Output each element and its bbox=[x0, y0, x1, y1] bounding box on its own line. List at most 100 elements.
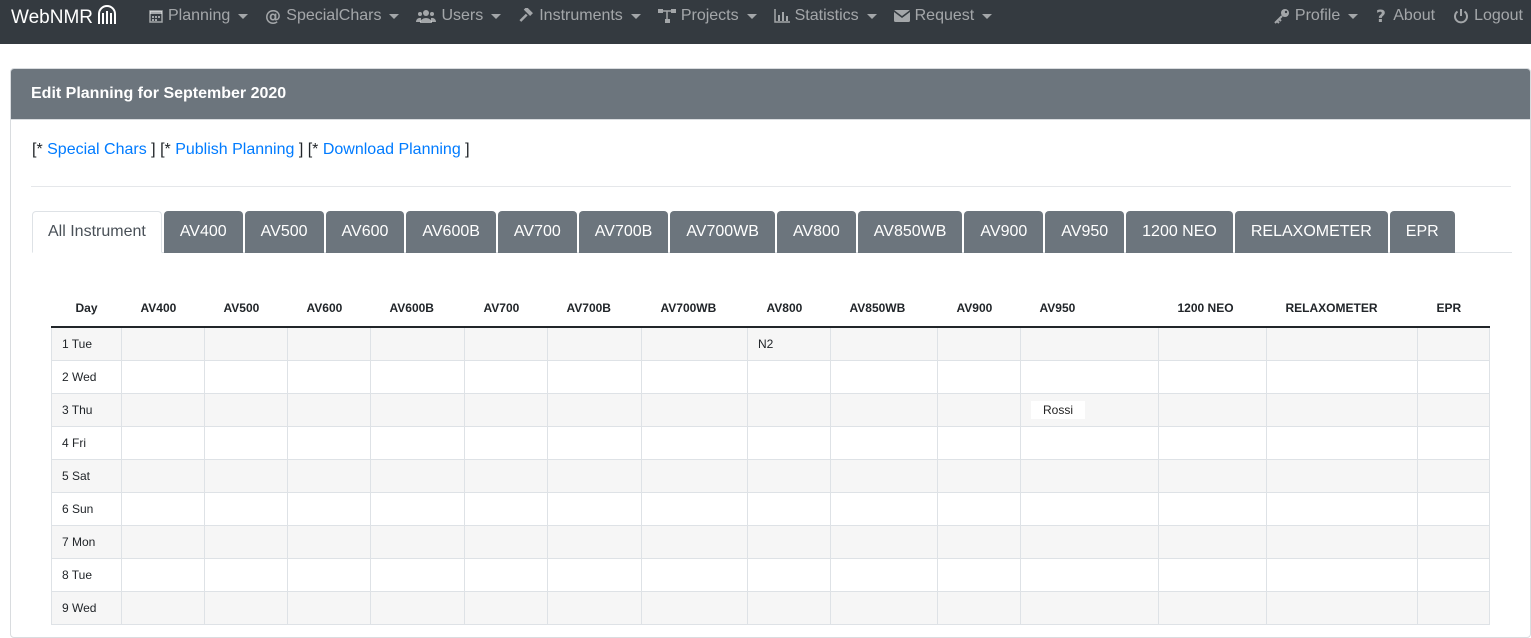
schedule-cell[interactable] bbox=[547, 491, 642, 526]
schedule-cell[interactable] bbox=[937, 425, 1021, 460]
nav-profile-dropdown[interactable]: Profile bbox=[1274, 7, 1359, 25]
schedule-cell[interactable] bbox=[121, 491, 205, 526]
tab-av700[interactable]: AV700 bbox=[497, 211, 577, 253]
schedule-cell[interactable] bbox=[937, 359, 1021, 394]
schedule-cell[interactable] bbox=[1417, 392, 1490, 427]
schedule-cell[interactable] bbox=[204, 458, 288, 493]
schedule-cell[interactable] bbox=[121, 458, 205, 493]
nav-statistics-dropdown[interactable]: Statistics bbox=[773, 7, 877, 25]
schedule-cell[interactable] bbox=[1158, 425, 1267, 460]
schedule-cell[interactable] bbox=[464, 458, 548, 493]
schedule-cell[interactable] bbox=[287, 392, 371, 427]
schedule-cell[interactable] bbox=[830, 524, 938, 559]
schedule-cell[interactable] bbox=[121, 392, 205, 427]
schedule-cell[interactable] bbox=[1020, 359, 1159, 394]
schedule-cell[interactable] bbox=[1417, 425, 1490, 460]
schedule-cell[interactable] bbox=[1266, 524, 1418, 559]
schedule-cell[interactable] bbox=[937, 524, 1021, 559]
tab-av850wb[interactable]: AV850WB bbox=[857, 211, 963, 253]
schedule-cell[interactable] bbox=[1020, 425, 1159, 460]
schedule-cell[interactable] bbox=[937, 491, 1021, 526]
nav-projects-dropdown[interactable]: Projects bbox=[657, 7, 757, 25]
schedule-cell[interactable] bbox=[830, 557, 938, 592]
nav-request-dropdown[interactable]: Request bbox=[893, 7, 993, 25]
schedule-cell[interactable] bbox=[641, 425, 748, 460]
schedule-cell[interactable] bbox=[287, 557, 371, 592]
schedule-cell[interactable] bbox=[641, 557, 748, 592]
schedule-cell[interactable] bbox=[641, 458, 748, 493]
tab-all-instrument[interactable]: All Instrument bbox=[32, 211, 162, 253]
tab-av900[interactable]: AV900 bbox=[964, 211, 1044, 253]
schedule-cell[interactable] bbox=[547, 557, 642, 592]
schedule-cell[interactable]: N2 bbox=[747, 326, 831, 361]
schedule-cell[interactable] bbox=[937, 557, 1021, 592]
nav-users-dropdown[interactable]: Users bbox=[416, 7, 502, 25]
schedule-cell[interactable] bbox=[547, 392, 642, 427]
schedule-cell[interactable] bbox=[1417, 359, 1490, 394]
schedule-cell[interactable] bbox=[641, 392, 748, 427]
schedule-cell[interactable] bbox=[830, 491, 938, 526]
schedule-cell[interactable] bbox=[287, 491, 371, 526]
tab-av600b[interactable]: AV600B bbox=[406, 211, 496, 253]
schedule-cell[interactable] bbox=[121, 326, 205, 361]
schedule-cell[interactable] bbox=[370, 326, 465, 361]
nav-logout-link[interactable]: Logout bbox=[1453, 7, 1523, 25]
schedule-cell[interactable] bbox=[1417, 590, 1490, 625]
tab-av500[interactable]: AV500 bbox=[244, 211, 324, 253]
tab-av600[interactable]: AV600 bbox=[325, 211, 405, 253]
download-planning-link[interactable]: Download Planning bbox=[323, 141, 461, 158]
schedule-cell[interactable] bbox=[1266, 392, 1418, 427]
schedule-cell[interactable]: Rossi bbox=[1020, 392, 1159, 427]
schedule-cell[interactable] bbox=[204, 557, 288, 592]
tab-av950[interactable]: AV950 bbox=[1045, 211, 1125, 253]
schedule-cell[interactable] bbox=[1417, 557, 1490, 592]
schedule-cell[interactable] bbox=[370, 524, 465, 559]
schedule-cell[interactable] bbox=[1158, 326, 1267, 361]
schedule-cell[interactable] bbox=[121, 557, 205, 592]
schedule-cell[interactable] bbox=[1417, 326, 1490, 361]
schedule-cell[interactable] bbox=[1417, 458, 1490, 493]
schedule-cell[interactable] bbox=[1020, 458, 1159, 493]
publish-planning-link[interactable]: Publish Planning bbox=[175, 141, 294, 158]
schedule-cell[interactable] bbox=[1158, 491, 1267, 526]
schedule-cell[interactable] bbox=[1020, 590, 1159, 625]
schedule-cell[interactable] bbox=[937, 458, 1021, 493]
schedule-cell[interactable] bbox=[464, 590, 548, 625]
schedule-cell[interactable] bbox=[830, 326, 938, 361]
tab-av400[interactable]: AV400 bbox=[163, 211, 243, 253]
schedule-cell[interactable] bbox=[121, 425, 205, 460]
schedule-cell[interactable] bbox=[747, 359, 831, 394]
schedule-cell[interactable] bbox=[641, 590, 748, 625]
schedule-cell[interactable] bbox=[747, 425, 831, 460]
schedule-cell[interactable] bbox=[121, 524, 205, 559]
schedule-cell[interactable] bbox=[830, 359, 938, 394]
schedule-cell[interactable] bbox=[370, 359, 465, 394]
schedule-cell[interactable] bbox=[464, 326, 548, 361]
schedule-cell[interactable] bbox=[830, 392, 938, 427]
schedule-cell[interactable] bbox=[204, 392, 288, 427]
schedule-cell[interactable] bbox=[370, 392, 465, 427]
schedule-cell[interactable] bbox=[1266, 458, 1418, 493]
schedule-cell[interactable] bbox=[204, 491, 288, 526]
tab-av700b[interactable]: AV700B bbox=[578, 211, 669, 253]
schedule-cell[interactable] bbox=[1158, 590, 1267, 625]
schedule-cell[interactable] bbox=[204, 425, 288, 460]
schedule-cell[interactable] bbox=[464, 425, 548, 460]
tab-av800[interactable]: AV800 bbox=[776, 211, 856, 253]
schedule-cell[interactable] bbox=[830, 590, 938, 625]
schedule-cell[interactable] bbox=[1266, 491, 1418, 526]
schedule-cell[interactable] bbox=[1417, 491, 1490, 526]
tab-av700wb[interactable]: AV700WB bbox=[670, 211, 775, 253]
schedule-cell[interactable] bbox=[287, 359, 371, 394]
schedule-cell[interactable] bbox=[121, 359, 205, 394]
schedule-cell[interactable] bbox=[370, 590, 465, 625]
schedule-cell[interactable] bbox=[747, 557, 831, 592]
schedule-cell[interactable] bbox=[830, 458, 938, 493]
schedule-cell[interactable] bbox=[464, 524, 548, 559]
schedule-cell[interactable] bbox=[937, 326, 1021, 361]
schedule-cell[interactable] bbox=[747, 392, 831, 427]
schedule-cell[interactable] bbox=[464, 359, 548, 394]
schedule-cell[interactable] bbox=[747, 590, 831, 625]
schedule-cell[interactable] bbox=[547, 458, 642, 493]
nav-instruments-dropdown[interactable]: Instruments bbox=[518, 7, 641, 25]
